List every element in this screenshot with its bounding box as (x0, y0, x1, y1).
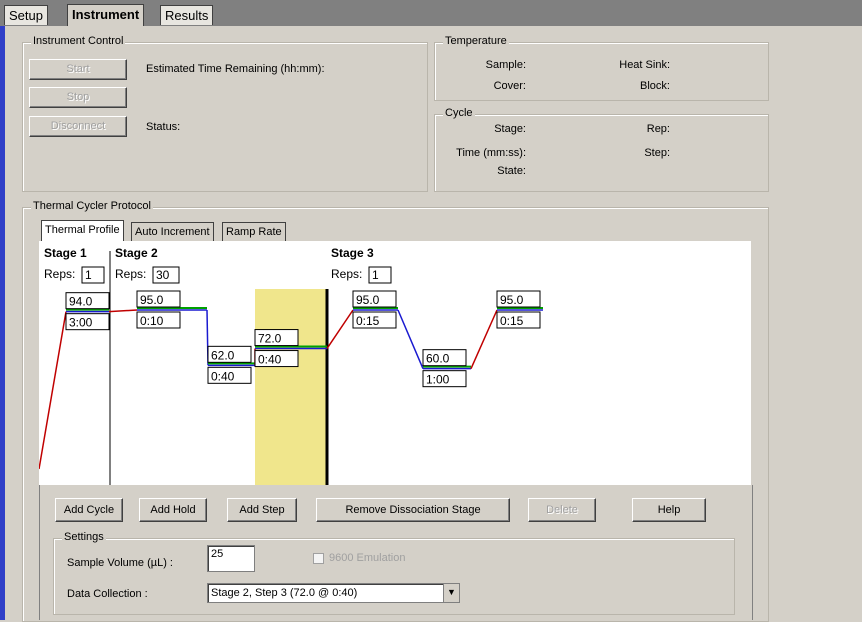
step-time: 0:40 (211, 369, 235, 383)
cycle-time-label: Time (mm:ss): (456, 147, 526, 159)
step-time: 1:00 (426, 373, 450, 387)
tab-thermal-profile[interactable]: Thermal Profile (41, 220, 124, 241)
ramp-line (326, 309, 354, 349)
add-step-button[interactable]: Add Step (227, 498, 297, 522)
data-collection-select[interactable]: Stage 2, Step 3 (72.0 @ 0:40) ▼ (207, 583, 460, 603)
disconnect-button[interactable]: Disconnect (29, 116, 127, 137)
help-button[interactable]: Help (632, 498, 706, 522)
stage-title: Stage 2 (115, 246, 158, 260)
heat-sink-temp-label: Heat Sink: (619, 59, 670, 71)
tab-ramp-rate[interactable]: Ramp Rate (222, 222, 286, 241)
9600-emulation-label: 9600 Emulation (329, 552, 406, 564)
temperature-title: Temperature (443, 35, 509, 47)
data-collection-value: Stage 2, Step 3 (72.0 @ 0:40) (211, 587, 358, 599)
cycle-state-label: State: (497, 165, 526, 177)
remove-dissociation-stage-button[interactable]: Remove Dissociation Stage (316, 498, 510, 522)
settings-title: Settings (62, 531, 106, 543)
settings-group: Settings (53, 531, 735, 615)
step-time: 3:00 (69, 316, 93, 330)
sample-temp-label: Sample: (485, 59, 526, 71)
status-label: Status: (146, 121, 181, 133)
thermal-profile-canvas[interactable]: Stage 1 Reps: 1 Stage 2 Reps: 30 Stage 3 Reps: 1… (38, 241, 751, 485)
block-temp-label: Block: (640, 80, 670, 92)
step-temperature: 95.0 (356, 293, 380, 307)
step-temperature: 72.0 (258, 332, 282, 346)
cover-temp-label: Cover: (493, 80, 526, 92)
step-temperature: 60.0 (426, 352, 450, 366)
stage-title: Stage 3 (331, 246, 374, 260)
reps-label: Reps: (331, 267, 362, 281)
reps-value: 1 (372, 268, 379, 282)
instrument-control-title: Instrument Control (31, 35, 126, 47)
ramp-line (108, 309, 138, 313)
time-remaining-label: Estimated Time Remaining (hh:mm): (146, 63, 325, 75)
step-time: 0:15 (356, 314, 380, 328)
protocol-title: Thermal Cycler Protocol (31, 200, 153, 212)
start-button[interactable]: Start (29, 59, 127, 80)
reps-label: Reps: (115, 267, 146, 281)
tab-setup[interactable]: Setup (4, 5, 48, 25)
step-temperature: 95.0 (500, 293, 524, 307)
thermal-profile-graph[interactable]: Stage 1 Reps: 1 Stage 2 Reps: 30 Stage 3 Reps: 1… (38, 241, 751, 485)
step-time: 0:15 (500, 314, 524, 328)
stage-title: Stage 1 (44, 246, 87, 260)
add-hold-button[interactable]: Add Hold (139, 498, 207, 522)
tab-instrument[interactable]: Instrument (67, 4, 145, 27)
window-edge (0, 26, 5, 620)
delete-button[interactable]: Delete (528, 498, 596, 522)
step-time: 0:40 (258, 353, 282, 367)
tab-results[interactable]: Results (160, 5, 214, 25)
reps-label: Reps: (44, 267, 75, 281)
9600-emulation-checkbox[interactable] (313, 553, 324, 564)
cycle-step-label: Step: (644, 147, 670, 159)
step-temperature: 62.0 (211, 348, 235, 362)
data-collection-label: Data Collection : (67, 588, 148, 600)
cycle-stage-label: Stage: (494, 123, 526, 135)
reps-value: 30 (156, 268, 170, 282)
reps-value: 1 (85, 268, 92, 282)
tab-auto-increment[interactable]: Auto Increment (131, 222, 214, 241)
step-temperature: 94.0 (69, 295, 93, 309)
chevron-down-icon[interactable]: ▼ (443, 584, 459, 602)
stop-button[interactable]: Stop (29, 87, 127, 108)
step-time: 0:10 (140, 314, 164, 328)
cycle-title: Cycle (443, 107, 475, 119)
selected-step-highlight (255, 289, 327, 485)
cycle-rep-label: Rep: (646, 123, 670, 135)
add-cycle-button[interactable]: Add Cycle (55, 498, 123, 522)
step-temperature: 95.0 (140, 293, 164, 307)
ramp-line (470, 309, 498, 369)
temperature-group: Temperature (434, 35, 769, 101)
sample-volume-input[interactable]: 25 (207, 545, 255, 572)
ramp-line (397, 309, 424, 369)
ramp-line (38, 311, 67, 470)
sample-volume-label: Sample Volume (µL) : (67, 557, 173, 569)
